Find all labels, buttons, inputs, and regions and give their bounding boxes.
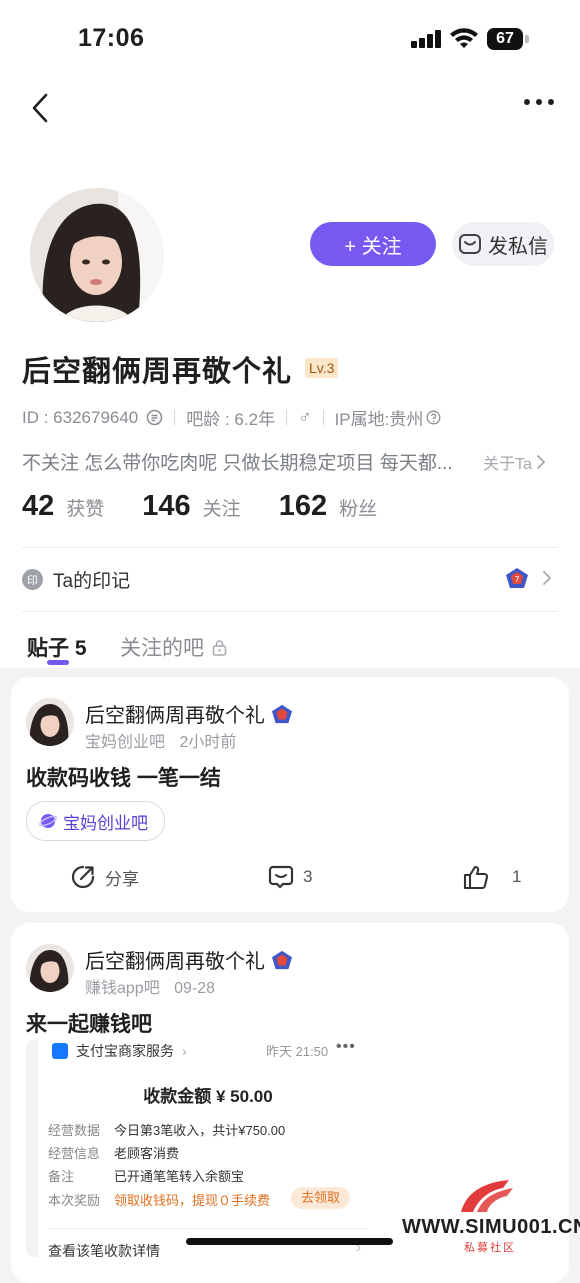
- planet-icon: [39, 814, 57, 828]
- thumbs-up-icon: [463, 865, 489, 890]
- chevron-right-icon: ›: [182, 1043, 187, 1059]
- share-button[interactable]: 分享: [70, 864, 139, 890]
- envelope-icon: [459, 234, 481, 254]
- tab-active-indicator: [47, 660, 69, 665]
- rank-badge-icon: [272, 950, 292, 969]
- view-detail-link: 查看该笔收款详情: [48, 1243, 160, 1257]
- watermark-logo: [461, 1180, 513, 1212]
- post-author-name: 后空翻俩周再敬个礼: [85, 951, 265, 973]
- comment-button[interactable]: 3: [268, 864, 312, 890]
- followers-label: 粉丝: [339, 499, 378, 520]
- profile-stats: 42 获赞 146 关注 162 粉丝: [22, 490, 415, 523]
- row-value: 今日第3笔收入，共计¥750.00: [114, 1123, 286, 1138]
- profile-avatar[interactable]: [30, 188, 164, 322]
- followers-count[interactable]: 162: [279, 490, 327, 523]
- post-author-name: 后空翻俩周再敬个礼: [85, 705, 265, 727]
- row-value-reward: 领取收钱码，提现０手续费: [114, 1193, 271, 1208]
- likes-label: 获赞: [66, 499, 105, 520]
- divider: [22, 547, 558, 548]
- comment-count: 3: [303, 867, 313, 886]
- home-indicator: [186, 1238, 393, 1245]
- share-icon: [71, 865, 95, 889]
- ta-marks-label: Ta的印记: [53, 571, 131, 592]
- back-arrow-icon[interactable]: [30, 92, 50, 124]
- rank-badge-icon: [272, 704, 292, 723]
- chevron-right-icon[interactable]: [542, 570, 552, 586]
- bar-age: 吧龄 : 6.2年: [186, 410, 276, 429]
- seal-icon: 印: [22, 569, 43, 590]
- more-options-icon[interactable]: [523, 98, 555, 106]
- chevron-right-icon: [537, 455, 546, 469]
- about-ta-label: 关于Ta: [483, 456, 532, 473]
- like-button[interactable]: 1: [463, 864, 521, 890]
- row-value: 老顾客消费: [114, 1146, 180, 1161]
- following-count[interactable]: 146: [142, 490, 190, 523]
- ta-marks-row[interactable]: 印 Ta的印记: [22, 566, 130, 593]
- help-icon[interactable]: [426, 410, 441, 425]
- likes-count[interactable]: 42: [22, 490, 54, 523]
- post-title[interactable]: 收款码收钱 一笔一结: [26, 762, 221, 792]
- claim-button: 去领取: [291, 1187, 351, 1209]
- following-label: 关注: [202, 499, 241, 520]
- post-forum[interactable]: 赚钱app吧: [85, 980, 160, 997]
- wifi-icon: [450, 28, 478, 48]
- ip-location: IP属地:贵州: [334, 410, 424, 429]
- profile-meta: ID : 632679640 吧龄 : 6.2年 ♂ IP属地:贵州: [22, 405, 441, 430]
- post-time: 09-28: [174, 980, 216, 997]
- post-author-avatar[interactable]: [26, 944, 74, 992]
- row-label: 经营信息: [48, 1146, 101, 1161]
- user-id: ID : 632679640: [22, 407, 139, 427]
- post-title[interactable]: 来一起赚钱吧: [26, 1008, 152, 1038]
- notice-time: 昨天 21:50: [266, 1044, 329, 1059]
- post-author-avatar[interactable]: [26, 698, 74, 746]
- forum-chip[interactable]: 宝妈创业吧: [26, 801, 165, 841]
- post-forum[interactable]: 宝妈创业吧: [85, 734, 165, 751]
- send-message-button[interactable]: 发私信: [452, 222, 554, 266]
- watermark: WWW.SIMU001.CN 私募社区: [402, 1176, 580, 1257]
- status-time: 17:06: [78, 24, 145, 52]
- share-label: 分享: [105, 869, 139, 889]
- tab-followed-bars-label: 关注的吧: [120, 637, 204, 660]
- comment-icon: [268, 865, 294, 889]
- tab-followed-bars[interactable]: 关注的吧: [120, 632, 227, 662]
- watermark-caption: 私募社区: [464, 1242, 516, 1254]
- post-time: 2小时前: [179, 734, 237, 751]
- send-message-label: 发私信: [488, 235, 548, 258]
- post-author[interactable]: 后空翻俩周再敬个礼: [85, 945, 293, 974]
- follow-button-label: + 关注: [344, 235, 402, 258]
- payment-notice: 支付宝商家服务 › 昨天 21:50 ••• 收款金额 ¥ 50.00 经营数据…: [38, 1040, 378, 1257]
- rank-badge-icon: 7: [506, 568, 528, 588]
- svg-text:7: 7: [514, 575, 519, 584]
- row-value: 已开通笔笔转入余额宝: [114, 1169, 245, 1184]
- row-label: 备注: [48, 1169, 75, 1184]
- follow-button[interactable]: + 关注: [310, 222, 436, 266]
- copy-icon[interactable]: [146, 409, 163, 426]
- post-meta: 赚钱app吧 09-28: [85, 974, 215, 998]
- profile-bio: 不关注 怎么带你吃肉呢 只做长期稳定项目 每天都...: [22, 453, 453, 474]
- more-options-icon: •••: [336, 1040, 356, 1055]
- post-meta: 宝妈创业吧 2小时前: [85, 728, 236, 752]
- divider: [22, 611, 558, 612]
- tab-posts[interactable]: 贴子 5: [27, 632, 87, 662]
- notice-header: 支付宝商家服务 ›: [52, 1041, 187, 1061]
- lock-icon: [212, 639, 227, 656]
- level-badge: Lv.3: [305, 358, 339, 378]
- watermark-site: WWW.SIMU001.CN: [402, 1216, 580, 1238]
- row-label: 本次奖励: [48, 1193, 101, 1208]
- post-author[interactable]: 后空翻俩周再敬个礼: [85, 699, 293, 728]
- profile-username: 后空翻俩周再敬个礼: [22, 356, 293, 388]
- post-image[interactable]: 支付宝商家服务 › 昨天 21:50 ••• 收款金额 ¥ 50.00 经营数据…: [26, 1040, 378, 1257]
- about-ta-link[interactable]: 关于Ta: [483, 450, 546, 474]
- battery-icon: 67: [487, 28, 523, 50]
- alipay-merchant-icon: [52, 1043, 68, 1059]
- battery-cap: [525, 35, 529, 43]
- row-label: 经营数据: [48, 1123, 101, 1138]
- notice-source: 支付宝商家服务: [76, 1043, 174, 1059]
- forum-chip-label: 宝妈创业吧: [63, 813, 148, 833]
- divider: [48, 1228, 368, 1229]
- gender-male-icon: ♂: [298, 407, 312, 427]
- like-count: 1: [512, 867, 522, 886]
- notice-amount: 收款金额 ¥ 50.00: [143, 1087, 273, 1106]
- cellular-signal-icon: [411, 30, 443, 48]
